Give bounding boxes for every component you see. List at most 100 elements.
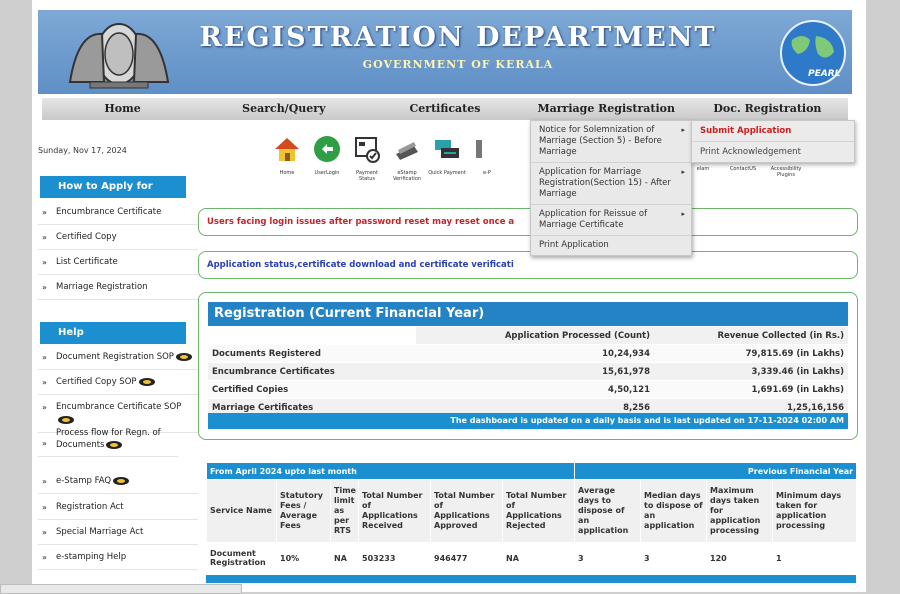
table-row: Certified Copies 4,50,121 1,691.69 (in L… — [208, 380, 848, 399]
column-header-revenue: Revenue Collected (in Rs.) — [654, 327, 848, 345]
column-header-count: Application Processed (Count) — [416, 327, 654, 345]
quick-link-estamp[interactable]: eStamp Verification — [388, 134, 426, 182]
sidebar-item-certified-copy[interactable]: » Certified Copy — [38, 231, 198, 250]
column-header: Total Number of Applications Rejected — [501, 479, 576, 543]
banner-title: REGISTRATION DEPARTMENT — [199, 22, 717, 53]
table-cell: 1 — [772, 542, 858, 574]
table-row: Encumbrance Certificates 15,61,978 3,339… — [208, 362, 848, 381]
sidebar-item-list-certificate[interactable]: » List Certificate — [38, 256, 198, 275]
user-login-icon — [314, 136, 340, 162]
menu-item-notice-solemnization[interactable]: Notice for Solemnization of Marriage (Se… — [531, 121, 691, 163]
banner-subtitle: GOVERNMENT OF KERALA — [362, 58, 554, 71]
row-count: 10,24,934 — [416, 344, 654, 363]
quick-link-label: UserLogin — [314, 170, 340, 176]
quick-payment-icon — [435, 140, 459, 158]
menu-item-reissue-certificate[interactable]: Application for Reissue of Marriage Cert… — [531, 205, 691, 236]
table-row: Document Registration 10% NA 503233 9464… — [206, 542, 858, 574]
nav-certificates[interactable]: Certificates — [364, 98, 525, 120]
bullet-icon: » — [42, 378, 47, 387]
help-item-special-marriage-act[interactable]: » Special Marriage Act — [38, 526, 198, 545]
quick-link-contactus[interactable]: ContactUS — [725, 166, 761, 172]
help-item-registration-act[interactable]: » Registration Act — [38, 501, 198, 520]
nav-doc-registration[interactable]: Doc. Registration — [687, 98, 848, 120]
quick-link-label: e-P — [483, 170, 491, 176]
chevron-right-icon: ▸ — [681, 126, 685, 134]
quick-link-accessibility[interactable]: Accessibility Plugins — [768, 166, 804, 178]
table-cell: 503233 — [358, 542, 431, 574]
column-header: Minimum days taken for application proce… — [772, 479, 858, 543]
row-name: Certified Copies — [208, 380, 416, 399]
estamp-icon — [396, 142, 418, 160]
quick-link-payment-status[interactable]: Payment Status — [348, 134, 386, 182]
row-name: Documents Registered — [208, 344, 416, 363]
row-count: 15,61,978 — [416, 362, 654, 381]
help-item-estamping-help[interactable]: » e-stamping Help — [38, 551, 198, 570]
bullet-icon: » — [42, 503, 47, 512]
row-revenue: 79,815.69 (in Lakhs) — [654, 344, 848, 363]
submenu-print-acknowledgement[interactable]: Print Acknowledgement — [692, 142, 854, 162]
page: REGISTRATION DEPARTMENT GOVERNMENT OF KE… — [32, 0, 866, 592]
table-header-row: Application Processed (Count) Revenue Co… — [208, 327, 848, 345]
notice-application-status: Application status,certificate download … — [198, 251, 858, 279]
house-icon — [275, 138, 299, 161]
registration-table: Application Processed (Count) Revenue Co… — [208, 327, 848, 417]
band-current-period: From April 2024 upto last month — [205, 462, 576, 480]
payment-status-icon — [355, 137, 380, 163]
stats-band-row: From April 2024 upto last month Previous… — [205, 462, 858, 480]
quick-link-home[interactable]: Home — [268, 134, 306, 182]
marriage-submenu: Submit Application Print Acknowledgement — [691, 120, 855, 163]
table-cell: 120 — [706, 542, 774, 574]
column-header: Time limit as per RTS — [330, 479, 359, 543]
table-cell: 946477 — [430, 542, 503, 574]
quick-link-label: eStamp Verification — [392, 170, 422, 182]
notice-login-issues: Users facing login issues after password… — [198, 208, 858, 236]
bullet-icon: » — [42, 208, 47, 217]
column-header: Maximum days taken for application proce… — [706, 479, 774, 543]
help-item-estamp-faq[interactable]: » e-Stamp FAQ — [38, 475, 198, 494]
nav-home[interactable]: Home — [42, 98, 203, 120]
quick-link-label: Quick Payment — [428, 170, 466, 176]
status-bar-url — [0, 584, 242, 594]
help-item-certified-copy-sop[interactable]: » Certified Copy SOP — [38, 376, 198, 395]
nav-marriage-registration[interactable]: Marriage Registration — [526, 98, 687, 120]
chevron-right-icon: ▸ — [681, 168, 685, 176]
bullet-icon: » — [42, 258, 47, 267]
epay-icon — [476, 140, 482, 158]
table-cell: 10% — [276, 542, 331, 574]
new-badge-icon — [58, 415, 74, 424]
column-header: Total Number of Applications Approved — [430, 479, 503, 543]
table-cell: Document Registration — [206, 542, 277, 574]
menu-item-print-application[interactable]: Print Application — [531, 236, 691, 255]
row-count: 4,50,121 — [416, 380, 654, 399]
new-badge-icon — [106, 440, 123, 449]
menu-item-application-marriage-registration[interactable]: Application for Marriage Registration(Se… — [531, 163, 691, 205]
column-header: Service Name — [206, 479, 277, 543]
new-badge-icon — [175, 352, 192, 361]
new-badge-icon — [138, 377, 155, 386]
quick-link-label: Payment Status — [356, 170, 378, 182]
quick-link-elam[interactable]: elam — [691, 166, 715, 172]
globe-label: PEARL — [808, 69, 841, 79]
quick-link-quick-payment[interactable]: Quick Payment — [428, 134, 466, 182]
new-badge-icon — [113, 476, 130, 485]
kerala-emblem-icon — [68, 23, 170, 89]
stats-header-row: Service Name Statutory Fees / Average Fe… — [206, 479, 858, 543]
pearl-globe-icon: PEARL — [780, 20, 846, 86]
column-header: Average days to dispose of an applicatio… — [574, 479, 642, 543]
how-to-apply-heading: How to Apply for — [40, 176, 186, 198]
help-item-process-flow[interactable]: » Process flow for Regn. of Documents — [38, 427, 178, 457]
submenu-submit-application[interactable]: Submit Application — [692, 121, 854, 142]
help-item-doc-registration-sop[interactable]: » Document Registration SOP — [38, 351, 198, 370]
quick-links: Home UserLogin Payment Status eStamp Ver… — [268, 134, 508, 182]
stats-footer-bar — [206, 575, 856, 583]
quick-link-epay[interactable]: e-P — [468, 134, 506, 182]
nav-search-query[interactable]: Search/Query — [203, 98, 364, 120]
quick-link-userlogin[interactable]: UserLogin — [308, 134, 346, 182]
bullet-icon: » — [42, 353, 47, 362]
table-cell: NA — [501, 542, 576, 574]
column-header: Statutory Fees / Average Fees — [276, 479, 331, 543]
sidebar-item-marriage-registration[interactable]: » Marriage Registration — [38, 281, 198, 300]
bullet-icon: » — [42, 528, 47, 537]
chevron-right-icon: ▸ — [681, 210, 685, 218]
sidebar-item-encumbrance[interactable]: » Encumbrance Certificate — [38, 206, 198, 225]
